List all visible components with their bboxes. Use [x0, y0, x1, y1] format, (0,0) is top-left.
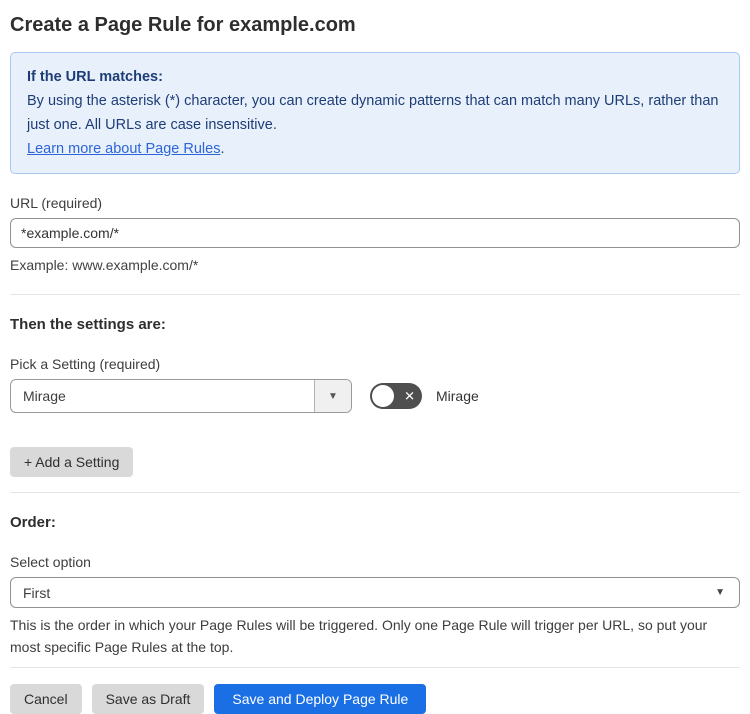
order-select[interactable]: First ▼	[10, 577, 740, 608]
footer-actions: Cancel Save as Draft Save and Deploy Pag…	[10, 684, 740, 714]
url-example-helper: Example: www.example.com/*	[10, 257, 199, 273]
order-section-heading: Order:	[10, 514, 56, 531]
setting-select-arrow-button[interactable]: ▼	[314, 380, 351, 412]
order-select-value: First	[23, 584, 51, 601]
x-icon: ✕	[404, 388, 415, 404]
learn-more-link[interactable]: Learn more about Page Rules	[27, 141, 220, 157]
chevron-down-icon: ▼	[715, 587, 725, 598]
divider	[10, 492, 740, 493]
divider	[10, 294, 740, 295]
setting-row: Mirage ▼ ✕ Mirage	[10, 379, 740, 413]
add-setting-button[interactable]: + Add a Setting	[10, 447, 134, 477]
toggle-knob	[372, 385, 394, 407]
page-title: Create a Page Rule for example.com	[10, 14, 356, 36]
save-deploy-button[interactable]: Save and Deploy Page Rule	[214, 684, 427, 714]
mirage-toggle[interactable]: ✕	[370, 383, 422, 409]
info-box-body: By using the asterisk (*) character, you…	[27, 93, 719, 133]
info-box-heading: If the URL matches:	[27, 69, 163, 85]
info-box-link-line: Learn more about Page Rules.	[27, 137, 723, 161]
toggle-label: Mirage	[436, 388, 479, 404]
setting-select-value: Mirage	[23, 388, 66, 404]
order-select-label: Select option	[10, 554, 91, 570]
settings-section-heading: Then the settings are:	[10, 316, 166, 333]
url-matches-info-box: If the URL matches: By using the asteris…	[10, 52, 740, 174]
pick-setting-label: Pick a Setting (required)	[10, 356, 161, 372]
order-helper-text: This is the order in which your Page Rul…	[10, 617, 708, 655]
cancel-button[interactable]: Cancel	[10, 684, 82, 714]
url-field-label: URL (required)	[10, 195, 103, 211]
url-input[interactable]	[10, 218, 740, 248]
setting-select[interactable]: Mirage ▼	[10, 379, 352, 413]
divider	[10, 667, 740, 668]
save-draft-button[interactable]: Save as Draft	[91, 684, 205, 714]
chevron-down-icon: ▼	[328, 390, 338, 402]
link-period: .	[220, 141, 225, 157]
